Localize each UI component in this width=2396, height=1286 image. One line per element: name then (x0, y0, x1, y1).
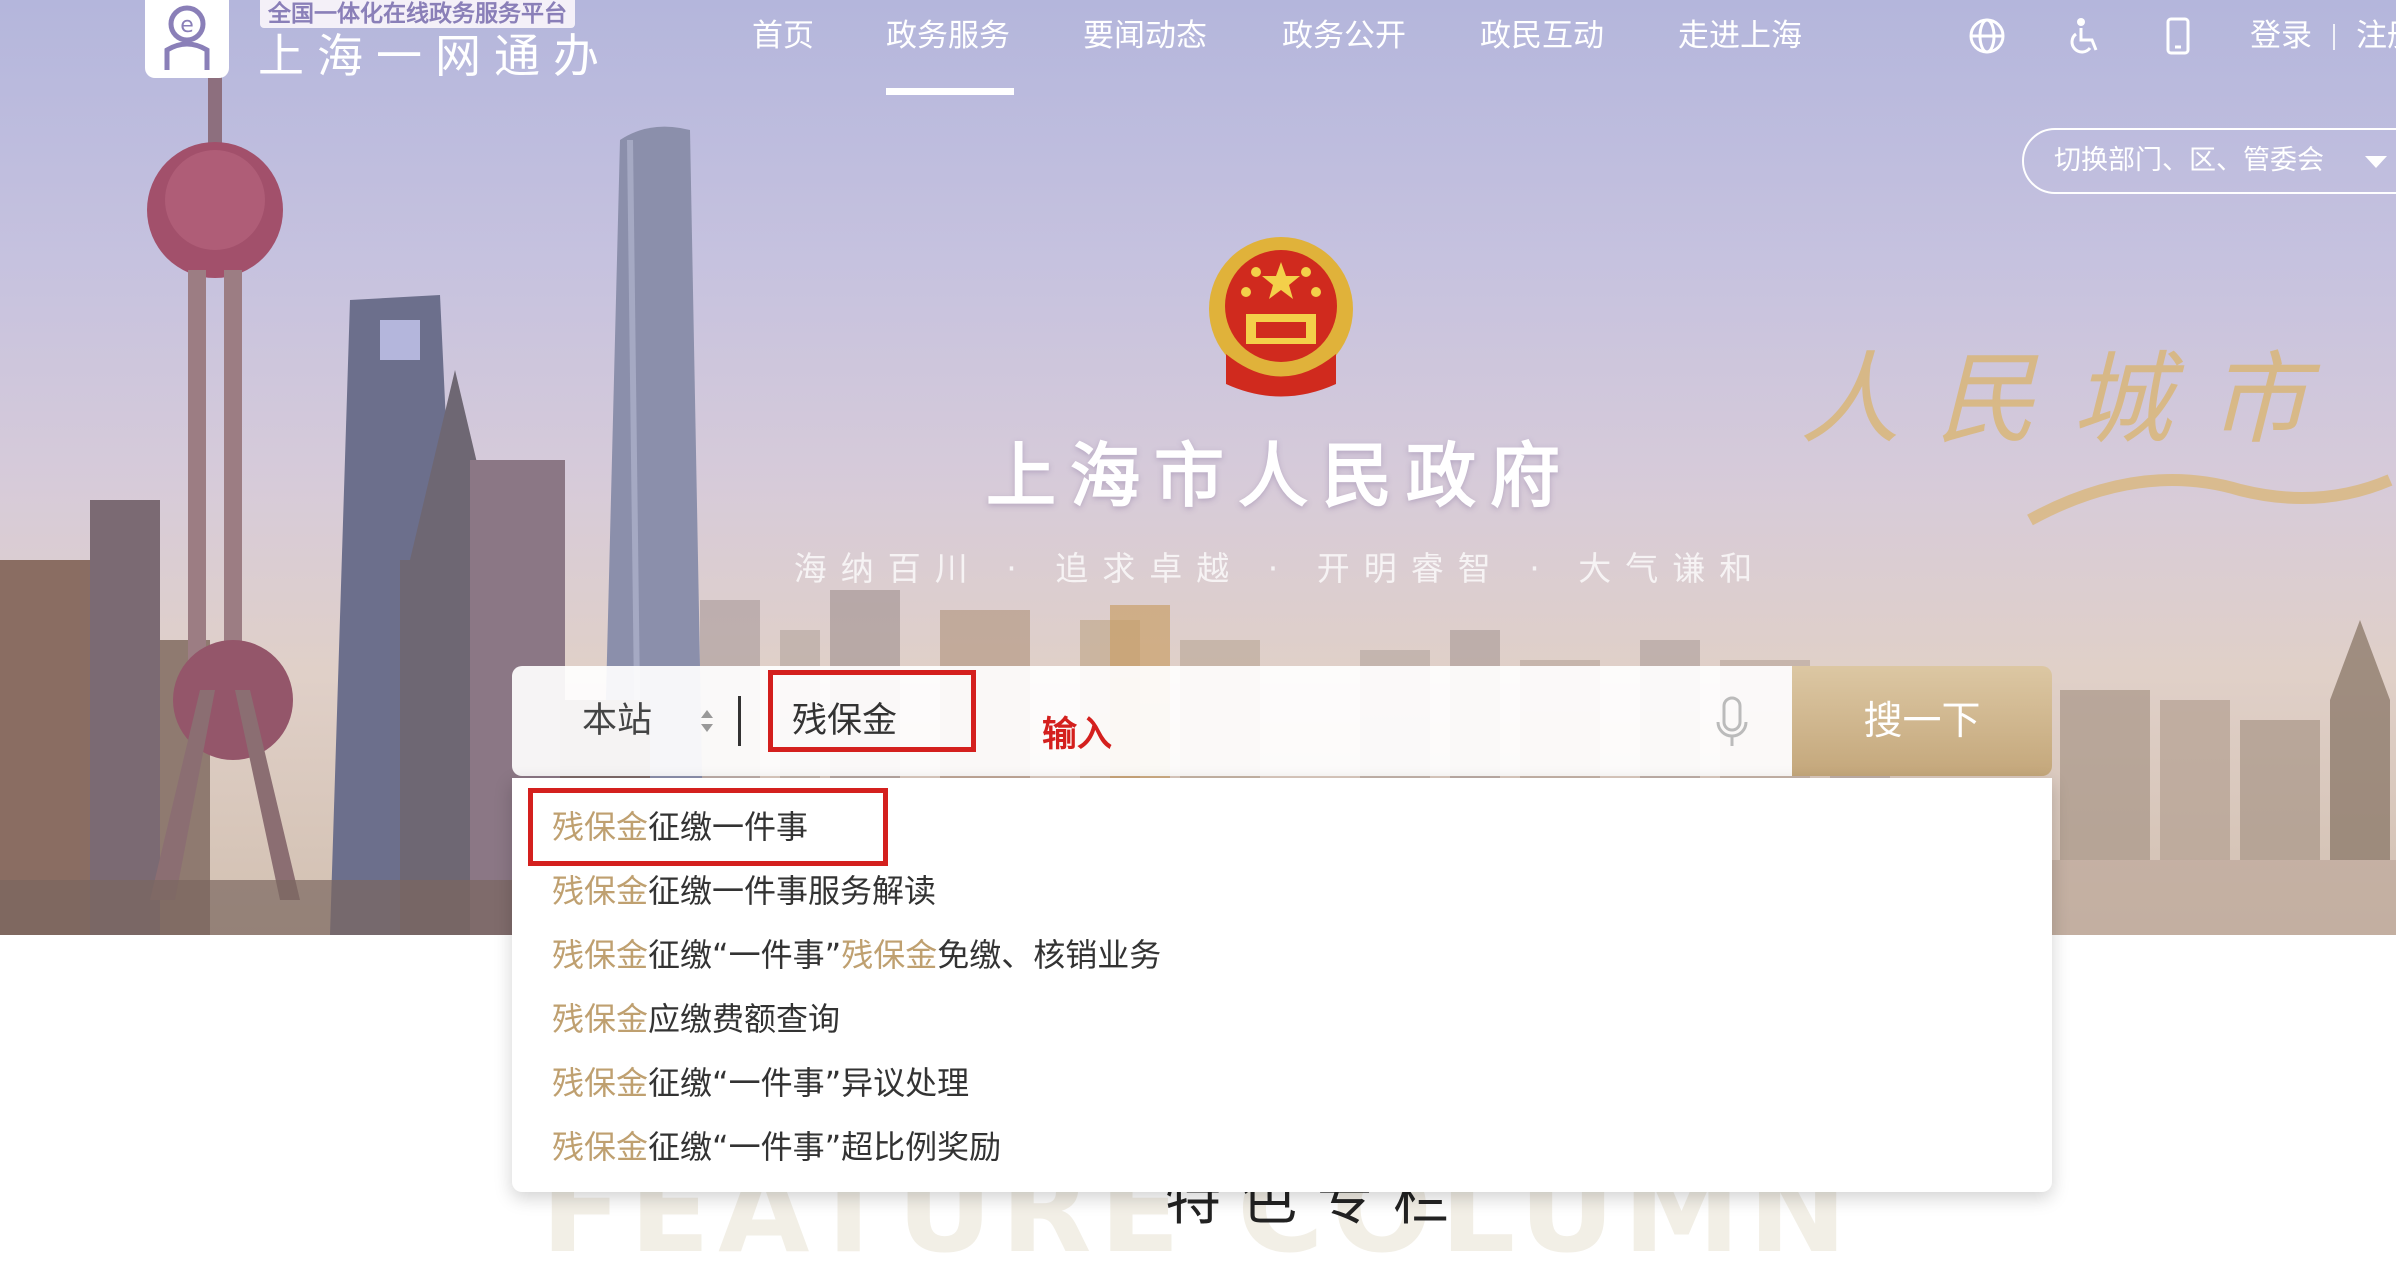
search-bar: 本站 残保金 搜一下 (512, 666, 2052, 776)
suggestion-text: 免缴、核销业务 (937, 936, 1162, 974)
suggestion-keyword: 残保金 (552, 1064, 649, 1102)
accessibility-icon[interactable] (2064, 16, 2104, 56)
input-annotation: 输入 (1042, 715, 1113, 755)
search-field[interactable]: 本站 残保金 (512, 666, 1792, 776)
query-highlight-box (768, 670, 976, 752)
suggestion-item[interactable]: 残保金征缴“一件事”残保金免缴、核销业务 (552, 932, 1161, 978)
active-nav-indicator (886, 88, 1014, 95)
search-scope-select[interactable]: 本站 (582, 696, 652, 746)
national-emblem (1209, 237, 1353, 397)
mobile-icon[interactable] (2158, 16, 2198, 56)
site-logo[interactable]: e (145, 0, 229, 78)
suggestion-item[interactable]: 残保金征缴一件事服务解读 (552, 868, 936, 914)
logo-title[interactable]: 上海一网通办 (258, 30, 612, 82)
search-button[interactable]: 搜一下 (1792, 666, 2052, 776)
nav-about-shanghai[interactable]: 走进上海 (1678, 16, 1802, 56)
government-title: 上海市人民政府 (986, 434, 1574, 517)
department-switch-button[interactable]: 切换部门、区、管委会 (2022, 128, 2396, 194)
suggestion-text: 征缴“一件事” (648, 936, 842, 974)
top-navigation-bar: e 全国一体化在线政务服务平台 上海一网通办 首页 政务服务 要闻动态 政务公开… (0, 0, 2396, 100)
chevron-down-icon (2365, 156, 2387, 168)
logo-icon: e (164, 5, 210, 70)
suggestion-text: 征缴“一件事”异议处理 (648, 1064, 970, 1102)
logo-subtitle: 全国一体化在线政务服务平台 (260, 0, 575, 28)
nav-home[interactable]: 首页 (752, 16, 814, 56)
suggestion-keyword: 残保金 (552, 936, 649, 974)
suggestion-text: 应缴费额查询 (648, 1000, 841, 1038)
register-link[interactable]: 注册 (2356, 16, 2396, 56)
suggestion-item[interactable]: 残保金征缴“一件事”超比例奖励 (552, 1124, 1001, 1170)
suggestion-item[interactable]: 残保金应缴费额查询 (552, 996, 840, 1042)
login-separator (2333, 24, 2335, 50)
nav-news[interactable]: 要闻动态 (1083, 16, 1207, 56)
login-link[interactable]: 登录 (2250, 16, 2312, 56)
suggestion-keyword: 残保金 (552, 872, 649, 910)
search-divider (738, 696, 741, 746)
nav-interaction[interactable]: 政民互动 (1480, 16, 1604, 56)
globe-icon[interactable] (1967, 16, 2007, 56)
nav-gov-affairs-public[interactable]: 政务公开 (1282, 16, 1406, 56)
suggestion-keyword: 残保金 (841, 936, 938, 974)
suggestion-keyword: 残保金 (552, 1000, 649, 1038)
suggestion-keyword: 残保金 (552, 1128, 649, 1166)
microphone-icon[interactable] (1712, 696, 1752, 750)
suggestion-item[interactable]: 残保金征缴“一件事”异议处理 (552, 1060, 969, 1106)
sort-arrows-icon[interactable] (697, 702, 717, 742)
svg-text:e: e (180, 13, 194, 38)
nav-government-services[interactable]: 政务服务 (886, 16, 1010, 56)
suggestion-highlight-box (528, 788, 888, 866)
suggestion-text: 征缴一件事服务解读 (648, 872, 937, 910)
suggestion-text: 征缴“一件事”超比例奖励 (648, 1128, 1002, 1166)
city-slogan: 海纳百川 · 追求卓越 · 开明睿智 · 大气谦和 (793, 549, 1767, 588)
